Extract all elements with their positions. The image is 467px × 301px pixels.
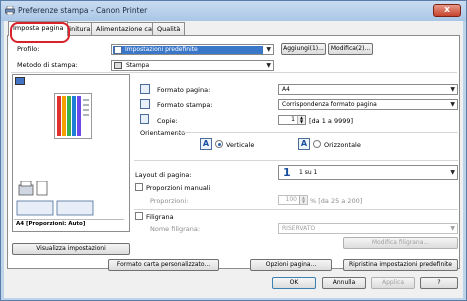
chevron-down-icon: ▼: [266, 46, 271, 53]
watermark-label: Filigrana: [146, 213, 174, 221]
output-size-icon: [140, 99, 150, 109]
title-bar: Preferenze stampa - Canon Printer x: [1, 1, 466, 21]
preview-caption: A4 [Proporzioni: Auto]: [14, 219, 124, 228]
ok-button[interactable]: OK: [272, 277, 316, 289]
separator: [134, 160, 458, 161]
output-size-value: Corrispondenza formato pagina: [282, 101, 377, 108]
copies-icon: [140, 114, 149, 124]
manual-scaling-label: Proporzioni manuali: [146, 184, 211, 192]
portrait-icon: A: [200, 138, 212, 150]
help-button[interactable]: ?: [420, 277, 458, 289]
dialog-client-area: Imposta pagina Finitura Alimentazione ca…: [4, 21, 463, 298]
copies-label: Copie:: [157, 117, 178, 125]
landscape-icon: A: [298, 138, 310, 150]
edit-watermark-button[interactable]: Modifica filigrana...: [343, 237, 458, 249]
output-size-label: Formato stampa:: [157, 101, 213, 109]
page-preview-icon: [54, 93, 92, 139]
watermark-name-select[interactable]: RISERVATO ▼: [278, 223, 458, 234]
page-layout-label: Layout di pagina:: [135, 171, 192, 179]
separator: [176, 132, 458, 133]
profile-icon: [114, 46, 122, 54]
copies-stepper[interactable]: 1 ▲ ▼: [278, 115, 306, 125]
separator: [134, 209, 458, 210]
edit-profile-button[interactable]: Modifica(2)...: [328, 43, 373, 55]
output-method-select[interactable]: Stampa ▼: [111, 60, 274, 71]
chevron-down-icon: ▼: [450, 225, 455, 232]
layout-icon: 1: [283, 166, 291, 179]
chevron-down-icon: ▼: [450, 86, 455, 93]
spin-arrows-icon[interactable]: ▲ ▼: [299, 196, 307, 204]
manual-scaling-checkbox[interactable]: [135, 183, 143, 191]
watermark-name-value: RISERVATO: [282, 225, 316, 232]
print-icon: [114, 62, 122, 69]
window-title: Preferenze stampa - Canon Printer: [18, 6, 148, 15]
cancel-button[interactable]: Annulla: [322, 277, 366, 289]
chevron-down-icon: ▼: [450, 101, 455, 108]
page-options-button[interactable]: Opzioni pagina...: [250, 259, 332, 271]
profile-select[interactable]: Impostazioni predefinite ▼: [111, 44, 274, 55]
profile-selected-value: Impostazioni predefinite: [113, 46, 263, 54]
page-size-value: A4: [282, 86, 290, 93]
preview-toggle-icon[interactable]: [15, 77, 25, 85]
close-button[interactable]: x: [433, 4, 461, 17]
view-settings-button[interactable]: Visualizza impostazioni: [12, 243, 130, 255]
landscape-radio[interactable]: [313, 140, 321, 148]
orientation-label: Orientamento: [140, 129, 186, 137]
watermark-name-label: Nome filigrana:: [150, 225, 201, 233]
output-size-select[interactable]: Corrispondenza formato pagina ▼: [278, 99, 458, 110]
copies-range: [da 1 a 9999]: [309, 117, 354, 125]
chevron-down-icon: ▼: [450, 169, 455, 176]
page-size-select[interactable]: A4 ▼: [278, 84, 458, 95]
spin-arrows-icon[interactable]: ▲ ▼: [297, 116, 305, 124]
profile-label: Profilo:: [17, 45, 40, 53]
watermark-checkbox[interactable]: [135, 212, 143, 220]
restore-defaults-button[interactable]: Ripristina impostazioni predefinite: [343, 259, 458, 271]
scaling-stepper[interactable]: 100 ▲ ▼: [278, 195, 308, 205]
printing-preferences-window: Preferenze stampa - Canon Printer x Impo…: [0, 0, 467, 301]
printer-icon: [5, 6, 15, 15]
scaling-value: 100: [285, 196, 297, 203]
output-method-label: Metodo di stampa:: [17, 61, 78, 69]
scaling-label: Proporzioni:: [150, 197, 189, 205]
tab-highlight-ring: [10, 22, 70, 43]
chevron-down-icon: ▼: [266, 62, 271, 69]
custom-paper-size-button[interactable]: Formato carta personalizzato...: [108, 259, 219, 271]
landscape-label: Orizzontale: [324, 141, 361, 149]
page-layout-value: 1 su 1: [299, 169, 318, 176]
portrait-label: Verticale: [226, 141, 255, 149]
page-layout-select[interactable]: 1 1 su 1 ▼: [278, 165, 458, 180]
page-size-label: Formato pagina:: [157, 86, 211, 94]
copies-value: 1: [291, 116, 295, 123]
portrait-radio[interactable]: [215, 140, 223, 148]
page-size-icon: [140, 84, 150, 94]
separator: [11, 72, 457, 73]
output-method-value: Stampa: [126, 62, 150, 69]
scaling-range: % [da 25 a 200]: [310, 197, 363, 205]
tab-quality[interactable]: Qualità: [152, 22, 186, 35]
add-profile-button[interactable]: Aggiungi(1)...: [281, 43, 326, 55]
apply-button[interactable]: Applica: [371, 277, 415, 289]
